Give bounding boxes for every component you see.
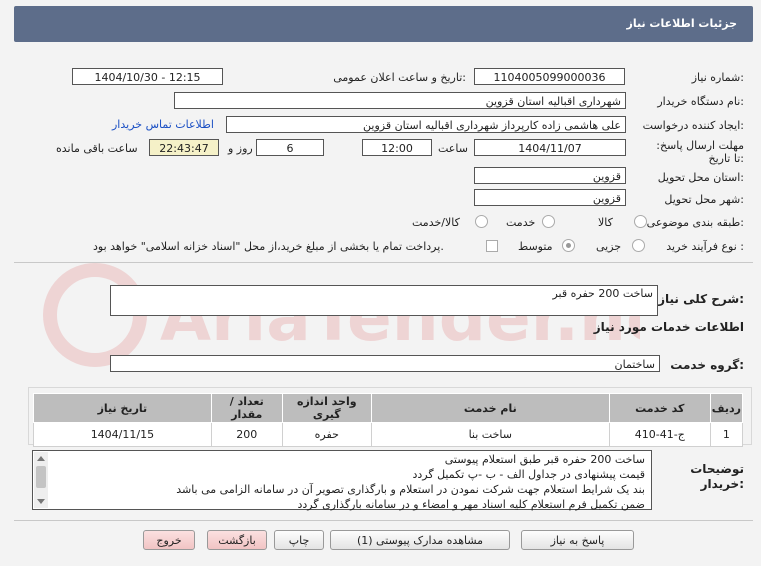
divider <box>14 262 753 263</box>
col-need-date: تاریخ نیاز <box>33 393 212 423</box>
table-row[interactable]: 1 ج-41-410 ساخت بنا حفره 200 1404/11/15 <box>33 422 744 447</box>
category-radio-service[interactable] <box>542 215 555 228</box>
creator-label: ایجاد کننده درخواست: <box>642 119 744 132</box>
deadline-time-label: ساعت <box>438 142 468 155</box>
buyer-org-field: شهرداری اقبالیه استان قزوین <box>174 92 626 109</box>
exit-button[interactable]: خروج <box>143 530 195 550</box>
deadline-label: مهلت ارسال پاسخ: تا تاریخ: <box>656 139 744 165</box>
notes-line: ساخت 200 حفره قبر طبق استعلام پیوستی <box>444 453 645 466</box>
notes-line: بند یک شرایط استعلام جهت شرکت نمودن در ا… <box>176 483 645 496</box>
col-service-code: کد خدمت <box>608 393 711 423</box>
cell-row-no: 1 <box>709 422 744 447</box>
days-label: روز و <box>228 142 253 155</box>
scroll-down-icon[interactable] <box>37 499 45 504</box>
category-option-both: کالا/خدمت <box>412 216 460 229</box>
buyer-notes-box[interactable]: ساخت 200 حفره قبر طبق استعلام پیوستی قیم… <box>32 450 652 511</box>
remaining-label: ساعت باقی مانده <box>56 142 138 155</box>
summary-field: ساخت 200 حفره قبر <box>110 285 658 316</box>
services-section-title: اطلاعات خدمات مورد نیاز <box>593 320 744 334</box>
remaining-time-field: 22:43:47 <box>149 139 219 156</box>
cell-unit: حفره <box>281 422 372 447</box>
cell-service-code: ج-41-410 <box>608 422 711 447</box>
col-service-name: نام خدمت <box>370 393 610 423</box>
process-radio-medium[interactable] <box>562 239 575 252</box>
cell-quantity: 200 <box>210 422 283 447</box>
process-option-minor: جزیی <box>596 240 622 253</box>
announce-label: تاریخ و ساعت اعلان عمومی: <box>333 71 466 84</box>
scroll-thumb[interactable] <box>36 466 46 488</box>
col-row-no: ردیف <box>709 393 744 423</box>
page-title: جزئیات اطلاعات نیاز <box>626 17 738 30</box>
days-field: 6 <box>256 139 324 156</box>
contact-buyer-link[interactable]: اطلاعات تماس خریدار <box>112 118 214 131</box>
process-label: نوع فرآیند خرید : <box>666 240 744 253</box>
treasury-payment-note: پرداخت تمام یا بخشی از مبلغ خرید،از محل … <box>93 240 444 253</box>
deadline-time-field: 12:00 <box>362 139 432 156</box>
category-option-service: خدمت <box>506 216 536 229</box>
view-attachments-button[interactable]: مشاهده مدارک پیوستی (1) <box>330 530 510 550</box>
category-radio-goods[interactable] <box>634 215 647 228</box>
process-option-medium: متوسط <box>518 240 553 253</box>
process-radio-minor[interactable] <box>632 239 645 252</box>
city-field: قزوین <box>474 189 626 206</box>
category-radio-both[interactable] <box>475 215 488 228</box>
creator-field: علی هاشمی زاده کارپرداز شهرداری اقبالیه … <box>226 116 626 133</box>
need-number-label: شماره نیاز: <box>691 71 744 84</box>
province-label: استان محل تحویل: <box>657 171 744 184</box>
scroll-up-icon[interactable] <box>37 456 45 461</box>
summary-label: شرح کلی نیاز: <box>658 292 744 306</box>
province-field: قزوین <box>474 167 626 184</box>
treasury-payment-checkbox[interactable] <box>486 240 498 252</box>
notes-scrollbar[interactable] <box>34 452 48 508</box>
col-quantity: تعداد / مقدار <box>210 393 283 423</box>
back-button[interactable]: بازگشت <box>207 530 267 550</box>
need-number-field: 1104005099000036 <box>474 68 625 85</box>
divider <box>14 520 753 521</box>
notes-line: قیمت پیشنهادی در جداول الف - ب -پ تکمیل … <box>412 468 646 481</box>
table-header-row: ردیف کد خدمت نام خدمت واحد اندازه گیری ت… <box>33 393 744 423</box>
service-group-field: ساختمان <box>110 355 660 372</box>
category-label: طبقه بندی موضوعی: <box>646 216 744 229</box>
cell-need-date: 1404/11/15 <box>33 422 212 447</box>
service-group-label: گروه خدمت: <box>670 358 744 372</box>
deadline-date-field: 1404/11/07 <box>474 139 626 156</box>
reply-button[interactable]: پاسخ به نیاز <box>521 530 634 550</box>
announce-field: 1404/10/30 - 12:15 <box>72 68 223 85</box>
cell-service-name: ساخت بنا <box>370 422 610 447</box>
category-option-goods: کالا <box>598 216 613 229</box>
notes-line: ضمن تکمیل فرم استعلام کلیه اسناد مهر و ا… <box>297 498 646 511</box>
print-button[interactable]: چاپ <box>274 530 324 550</box>
col-unit: واحد اندازه گیری <box>281 393 372 423</box>
page-header: جزئیات اطلاعات نیاز <box>14 6 753 42</box>
city-label: شهر محل تحویل: <box>664 193 744 206</box>
services-table: ردیف کد خدمت نام خدمت واحد اندازه گیری ت… <box>33 393 744 447</box>
buyer-notes-label: توضیحات خریدار: <box>690 462 744 491</box>
buyer-org-label: نام دستگاه خریدار: <box>657 95 744 108</box>
